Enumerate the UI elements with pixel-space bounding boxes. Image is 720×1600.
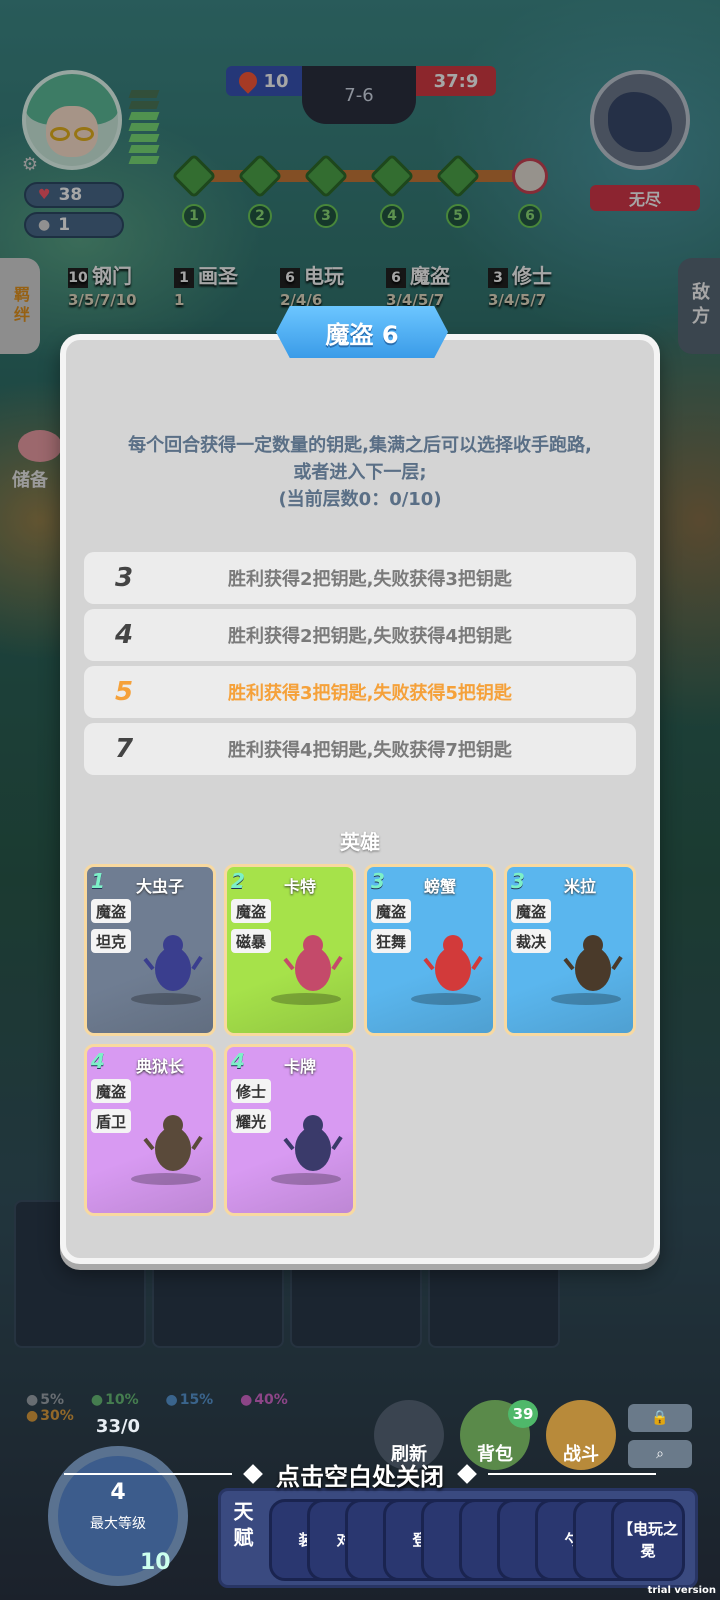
hero-cost: 1 bbox=[91, 869, 105, 893]
hero-name: 卡牌 bbox=[283, 1057, 316, 1076]
hero-card[interactable]: 3 螃蟹 魔盗狂舞 bbox=[364, 864, 496, 1036]
hero-sprite bbox=[283, 1115, 343, 1171]
hero-trait-tag: 魔盗 bbox=[91, 1079, 131, 1103]
close-hint[interactable]: 点击空白处关闭 bbox=[50, 1454, 670, 1494]
hero-sprite bbox=[563, 935, 623, 991]
tier-rule-row-active: 5 胜利获得3把钥匙,失败获得5把钥匙 bbox=[84, 666, 636, 718]
lock-button[interactable]: 🔒 bbox=[628, 1404, 692, 1432]
hero-card[interactable]: 1 大虫子 魔盗坦克 bbox=[84, 864, 216, 1036]
hero-trait-tag: 魔盗 bbox=[231, 899, 271, 923]
hero-card[interactable]: 4 卡牌 修士耀光 bbox=[224, 1044, 356, 1216]
diamond-icon bbox=[457, 1464, 477, 1484]
heroes-heading: 英雄 bbox=[340, 830, 380, 854]
level-label: 最大等级 bbox=[90, 1516, 146, 1532]
hero-trait-tag: 魔盗 bbox=[371, 899, 411, 923]
hero-cost: 4 bbox=[231, 1049, 245, 1073]
hero-trait-tag: 盾卫 bbox=[91, 1109, 131, 1133]
hero-sprite bbox=[143, 935, 203, 991]
hero-trait-tag: 裁决 bbox=[511, 929, 551, 953]
hero-card[interactable]: 2 卡特 魔盗磁暴 bbox=[224, 864, 356, 1036]
trait-description: 每个回合获得一定数量的钥匙,集满之后可以选择收手跑路, 或者进入下一层; (当前… bbox=[128, 435, 592, 510]
lock-icon: 🔒 bbox=[651, 1410, 669, 1426]
hero-sprite bbox=[283, 935, 343, 991]
hero-name: 卡特 bbox=[283, 877, 316, 896]
level-number: 10 bbox=[140, 1550, 171, 1575]
close-hint-text: 点击空白处关闭 bbox=[276, 1462, 444, 1491]
hero-name: 螃蟹 bbox=[423, 877, 456, 896]
hero-name: 典狱长 bbox=[135, 1057, 184, 1076]
hero-trait-tag: 狂舞 bbox=[371, 929, 411, 953]
hero-sprite bbox=[143, 1115, 203, 1171]
talent-bar: 天赋 装 对 【 登 【 【 【 勺 【 【电玩之冕 bbox=[218, 1488, 698, 1588]
hero-sprite bbox=[423, 935, 483, 991]
hero-cost: 4 bbox=[91, 1049, 105, 1073]
hero-name: 米拉 bbox=[563, 877, 596, 896]
talent-label: 天赋 bbox=[230, 1501, 254, 1553]
hero-cost: 3 bbox=[371, 869, 385, 893]
hero-trait-tag: 魔盗 bbox=[91, 899, 131, 923]
tier-rule-row: 3 胜利获得2把钥匙,失败获得3把钥匙 bbox=[84, 552, 636, 604]
hero-name: 大虫子 bbox=[135, 877, 184, 896]
talent-chip[interactable]: 【电玩之冕 bbox=[611, 1499, 685, 1581]
hero-trait-tag: 磁暴 bbox=[231, 929, 271, 953]
hero-cost: 3 bbox=[511, 869, 525, 893]
xp-text: 33/0 bbox=[95, 1416, 141, 1437]
hero-trait-tag: 坦克 bbox=[91, 929, 131, 953]
tier-rule-row: 7 胜利获得4把钥匙,失败获得7把钥匙 bbox=[84, 723, 636, 775]
tier-rule-row: 4 胜利获得2把钥匙,失败获得4把钥匙 bbox=[84, 609, 636, 661]
hero-card[interactable]: 4 典狱长 魔盗盾卫 bbox=[84, 1044, 216, 1216]
hero-card[interactable]: 3 米拉 魔盗裁决 bbox=[504, 864, 636, 1036]
bag-count-badge: 39 bbox=[508, 1400, 538, 1428]
hero-trait-tag: 耀光 bbox=[231, 1109, 271, 1133]
modal-title: 魔盗 6 bbox=[276, 306, 448, 358]
diamond-icon bbox=[243, 1464, 263, 1484]
hero-cost: 2 bbox=[231, 869, 245, 893]
hero-trait-tag: 魔盗 bbox=[511, 899, 551, 923]
hero-trait-tag: 修士 bbox=[231, 1079, 271, 1103]
trial-watermark: trial version bbox=[647, 1585, 716, 1596]
